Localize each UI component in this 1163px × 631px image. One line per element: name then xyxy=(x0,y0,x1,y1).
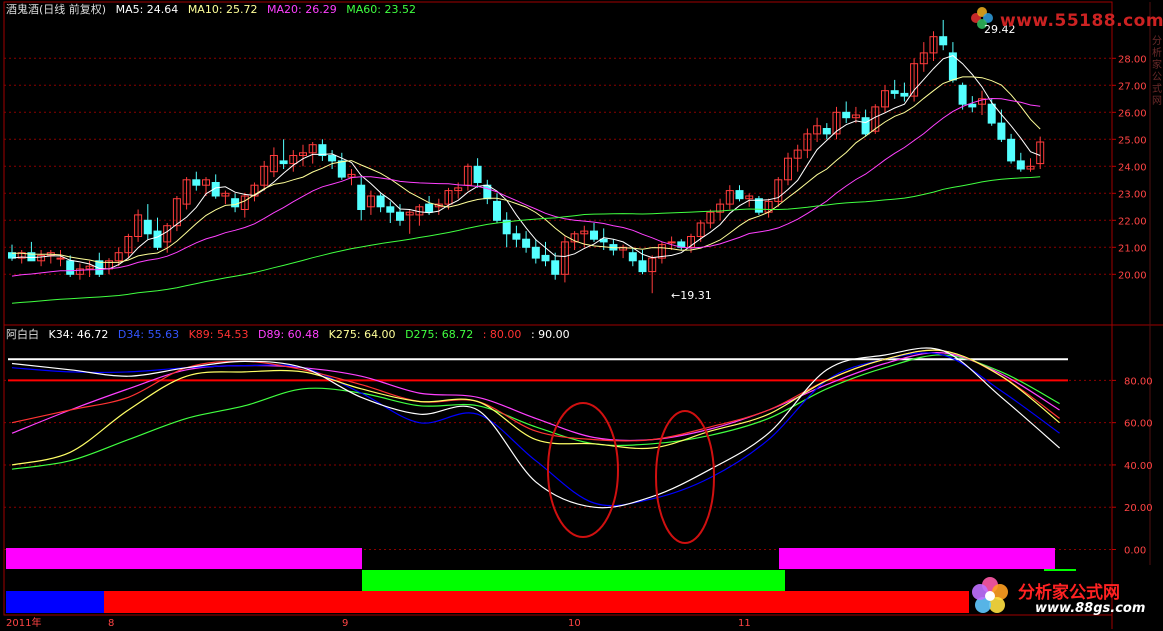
candle-body xyxy=(541,254,550,262)
candle-body xyxy=(231,198,240,208)
d34-label: D34: 55.63 xyxy=(117,328,180,341)
chart-canvas: 20.00 21.00 22.00 23.00 24.00 25.00 26.00 27.00… xyxy=(3,1,1163,629)
price-tick-label: 23.00 xyxy=(1118,189,1147,200)
candle-body xyxy=(493,200,501,221)
candle-body xyxy=(822,128,831,135)
candle-body xyxy=(153,230,162,248)
candle-body xyxy=(386,206,395,213)
indicator-tick-label: 20.00 xyxy=(1124,503,1153,514)
right-edge-text: 分析家公式网 xyxy=(1152,36,1162,107)
watermark-top: www.55188.com xyxy=(1000,11,1163,31)
candle-body xyxy=(376,195,385,208)
candle-body xyxy=(551,260,560,275)
candle-body xyxy=(425,203,434,213)
indicator-line-k275 xyxy=(11,349,1060,466)
ma5-label: MA5: 24.64 xyxy=(115,3,179,16)
candle-body xyxy=(735,190,744,200)
chart-frame xyxy=(3,1,1113,616)
candle-body xyxy=(328,155,337,162)
bar-row1-magenta-a xyxy=(6,548,362,569)
watermark-bottom-url: www.88gs.com xyxy=(1035,601,1146,616)
price-tick-label: 21.00 xyxy=(1118,243,1147,254)
price-tick-label: 24.00 xyxy=(1118,162,1147,173)
ma10-label: MA10: 25.72 xyxy=(187,3,258,16)
bar-row1-magenta-b xyxy=(779,548,1055,569)
highlight-ellipse-right xyxy=(655,410,715,544)
candle-body xyxy=(997,122,1006,140)
price-tick-label: 25.00 xyxy=(1118,135,1147,146)
highlight-ellipse-left xyxy=(547,402,619,538)
candle-body xyxy=(628,252,637,262)
candle-body xyxy=(143,219,152,235)
main-chart-header: 酒鬼酒(日线 前复权) MA5: 24.64 MA10: 25.72 MA20:… xyxy=(6,3,422,17)
candle-body xyxy=(842,111,851,119)
price-tick-label: 26.00 xyxy=(1118,108,1147,119)
candle-body xyxy=(939,36,948,46)
d275-label: D275: 68.72 xyxy=(405,328,474,341)
main-title: 酒鬼酒(日线 前复权) xyxy=(6,3,107,16)
candle-body xyxy=(531,246,540,259)
candle-body xyxy=(890,90,899,94)
candle-body xyxy=(56,257,65,260)
candle-body xyxy=(1007,138,1016,162)
candle-body xyxy=(968,103,977,108)
indicator-name: 阿白白 xyxy=(6,328,39,341)
candle-body xyxy=(861,117,870,135)
price-tick-label: 28.00 xyxy=(1118,54,1147,65)
indicator-line-d275 xyxy=(11,354,1060,470)
candle-body xyxy=(396,211,404,221)
watermark-bottom-title: 分析家公式网 xyxy=(1018,583,1120,603)
k89-label: K89: 54.53 xyxy=(188,328,249,341)
bar-row3-blue xyxy=(6,591,104,613)
candle-body xyxy=(279,160,288,165)
price-tick-label: 22.00 xyxy=(1118,216,1147,227)
candle-body xyxy=(337,160,346,178)
bar-row3-red xyxy=(104,591,969,613)
candle-body xyxy=(357,184,366,210)
line80-label: : 80.00 xyxy=(482,328,522,341)
ma60-label: MA60: 23.52 xyxy=(346,3,416,16)
k275-label: K275: 64.00 xyxy=(328,328,396,341)
bar-row2-green xyxy=(362,570,785,591)
candle-body xyxy=(987,103,996,124)
candle-body xyxy=(948,52,957,81)
k34-label: K34: 46.72 xyxy=(48,328,109,341)
candle-body xyxy=(1016,160,1025,170)
candle-body xyxy=(192,179,201,186)
indicator-header: 阿白白 K34: 46.72 D34: 55.63 K89: 54.53 D89… xyxy=(6,328,576,342)
candle-body xyxy=(638,260,647,273)
candle-body xyxy=(590,230,598,240)
ma20-label: MA20: 26.29 xyxy=(267,3,337,16)
candle-body xyxy=(958,84,967,105)
indicator-tick-label: 60.00 xyxy=(1124,419,1153,430)
candle-body xyxy=(667,241,676,244)
candle-body xyxy=(473,165,482,184)
low-annotation: ←19.31 xyxy=(671,289,712,302)
indicator-tick-label: 0.00 xyxy=(1124,546,1146,557)
indicator-line-k34 xyxy=(11,347,1060,509)
candle-body xyxy=(66,260,75,275)
candle-body xyxy=(522,238,531,248)
candle-body xyxy=(512,233,521,240)
price-tick-label: 20.00 xyxy=(1118,270,1147,281)
candle-body xyxy=(900,92,909,97)
indicator-tick-label: 80.00 xyxy=(1124,376,1153,387)
line90-label: : 90.00 xyxy=(530,328,570,341)
price-tick-label: 27.00 xyxy=(1118,81,1147,92)
indicator-tick-label: 40.00 xyxy=(1124,461,1153,472)
flower-center xyxy=(985,591,995,601)
d89-label: D89: 60.48 xyxy=(257,328,320,341)
